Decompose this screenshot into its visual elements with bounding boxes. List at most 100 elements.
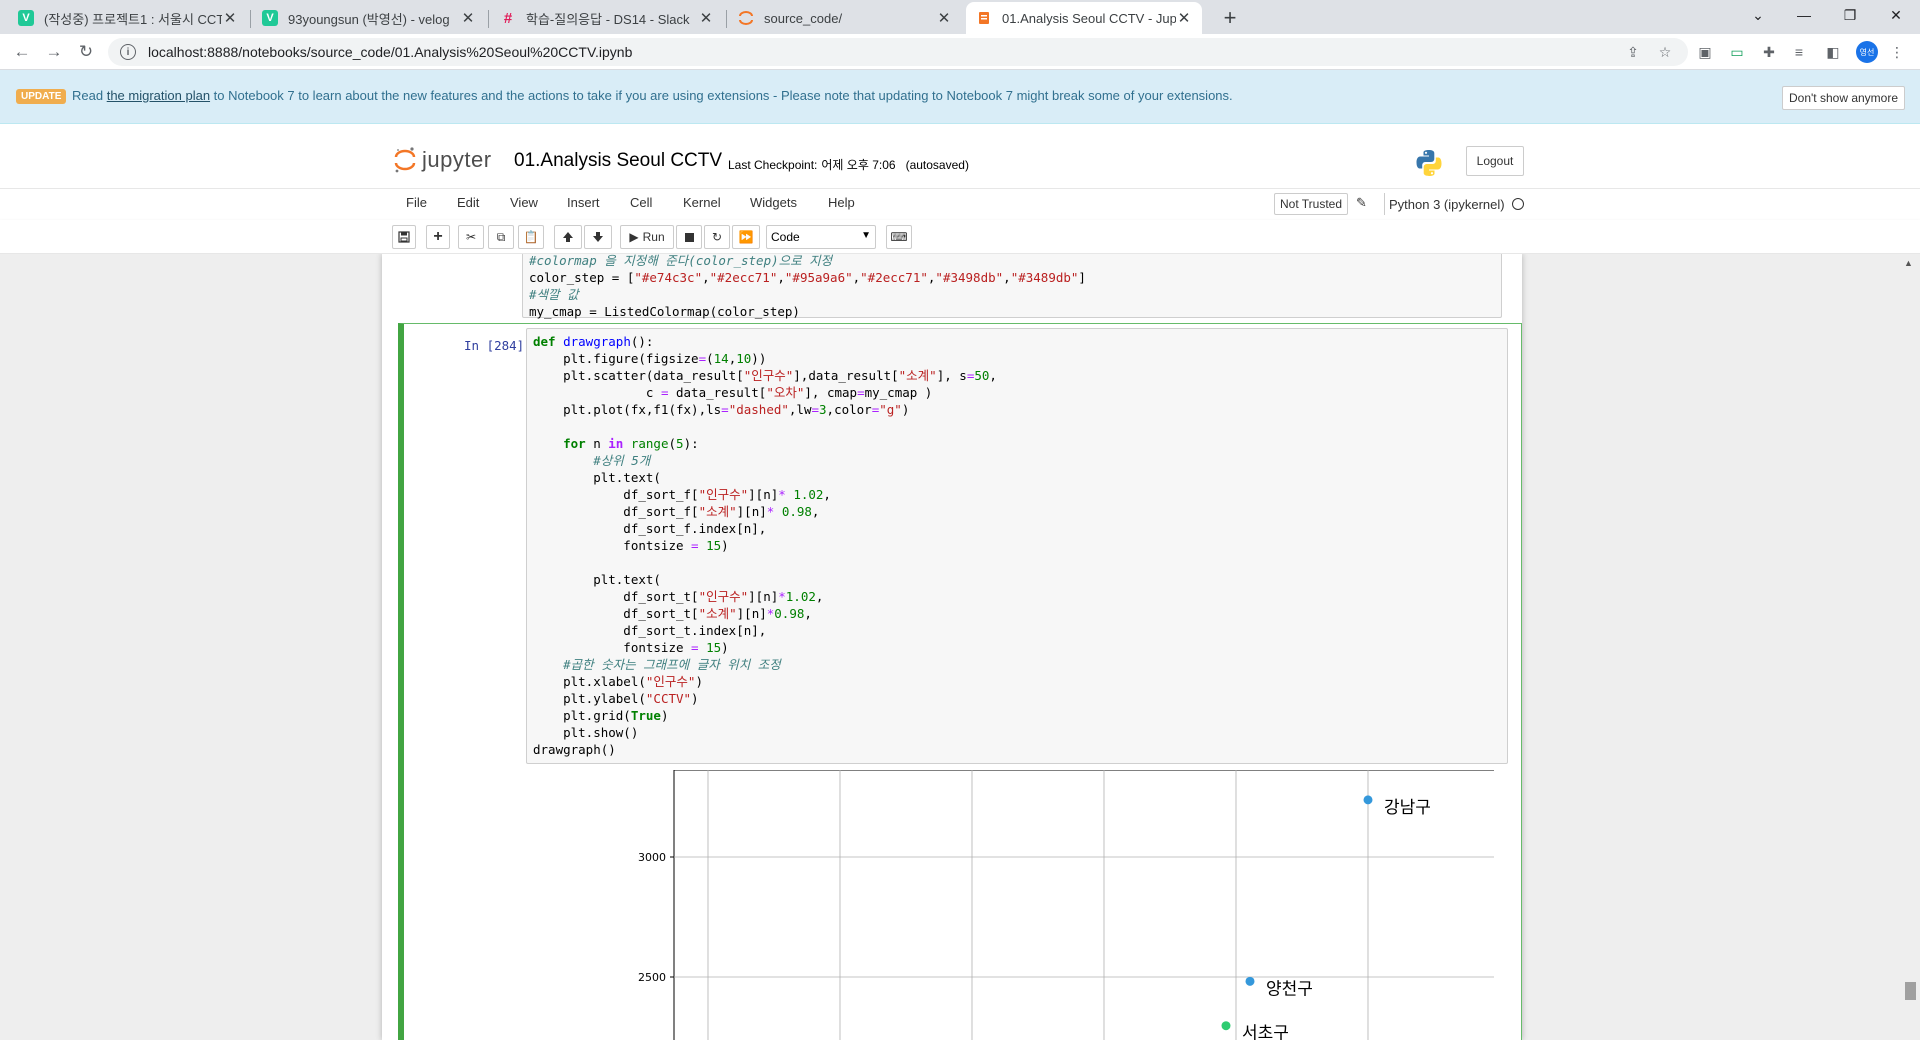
minimize-icon[interactable]: —: [1782, 0, 1826, 30]
banner-text: Read: [72, 88, 104, 103]
url-text: localhost:8888/notebooks/source_code/01.…: [148, 44, 633, 60]
not-trusted-button[interactable]: Not Trusted: [1274, 193, 1349, 215]
menu-edit[interactable]: Edit: [457, 195, 479, 210]
paste-icon[interactable]: 📋: [518, 225, 544, 249]
dismiss-banner-button[interactable]: Don't show anymore: [1782, 86, 1906, 110]
jupyter-notebook-icon: [976, 10, 992, 26]
interrupt-kernel-icon[interactable]: [676, 225, 702, 249]
previous-code-cell[interactable]: #colormap 을 지정해 준다(color_step)으로 지정 colo…: [522, 254, 1502, 320]
scrollbar-thumb[interactable]: [1905, 982, 1916, 1000]
banner-message: Read the migration plan to Notebook 7 to…: [72, 88, 1233, 103]
code-string: "#3498db": [935, 270, 1004, 285]
scroll-up-arrow-icon[interactable]: ▲: [1904, 258, 1913, 268]
reload-icon[interactable]: ↻: [74, 40, 98, 64]
code-string: "#3489db": [1010, 270, 1079, 285]
browser-tab-active[interactable]: 01.Analysis Seoul CCTV - Jupyter ✕: [966, 2, 1202, 34]
menu-view[interactable]: View: [510, 195, 538, 210]
checkpoint-status: Last Checkpoint: 어제 오후 7:06 (autosaved): [728, 156, 969, 173]
side-panel-icon[interactable]: ◧: [1824, 43, 1842, 61]
menu-cell[interactable]: Cell: [630, 195, 652, 210]
code-string: "#2ecc71": [860, 270, 928, 285]
browser-tab[interactable]: source_code/ ✕: [728, 2, 962, 34]
close-icon[interactable]: ✕: [936, 9, 952, 27]
jupyter-icon: [738, 10, 754, 26]
tab-title: 학습-질의응답 - DS14 - Slack: [526, 11, 690, 27]
close-window-icon[interactable]: ✕: [1874, 0, 1918, 30]
input-prompt: In [284]:: [464, 338, 532, 353]
code-comment: #색깔 값: [529, 287, 579, 302]
menu-insert[interactable]: Insert: [567, 195, 600, 210]
move-down-icon[interactable]: [584, 225, 612, 249]
browser-tab[interactable]: # 학습-질의응답 - DS14 - Slack ✕: [490, 2, 724, 34]
jupyter-logo-icon: [394, 146, 416, 174]
scatter-point: [1245, 976, 1255, 986]
jupyter-header: jupyter 01.Analysis Seoul CCTV Last Chec…: [0, 124, 1920, 188]
move-up-icon[interactable]: [554, 225, 582, 249]
update-badge: UPDATE: [16, 89, 67, 104]
logout-button[interactable]: Logout: [1466, 146, 1524, 176]
code-input-area[interactable]: def drawgraph(): plt.figure(figsize=(14,…: [526, 328, 1508, 764]
kernel-name[interactable]: Python 3 (ipykernel): [1384, 193, 1505, 215]
y-tick-label: 2500: [638, 971, 666, 984]
cut-icon[interactable]: ✂: [458, 225, 484, 249]
bookmark-star-icon[interactable]: ☆: [1656, 43, 1674, 61]
code-editor[interactable]: #colormap 을 지정해 준다(color_step)으로 지정 colo…: [529, 254, 1086, 320]
menu-kernel[interactable]: Kernel: [683, 195, 721, 210]
notebook-toolbar: + ✂ ⧉ 📋 ▶ Run ↻ ⏩ Code ▼ ⌨: [0, 220, 1920, 254]
selected-code-cell[interactable]: In [284]: def drawgraph(): plt.figure(fi…: [398, 323, 1577, 1040]
profile-avatar[interactable]: 영선: [1856, 41, 1878, 63]
menu-file[interactable]: File: [406, 195, 427, 210]
code-string: "#e74c3c": [634, 270, 703, 285]
extensions-puzzle-icon[interactable]: ✚: [1760, 43, 1778, 61]
code-editor[interactable]: def drawgraph(): plt.figure(figsize=(14,…: [533, 333, 997, 758]
add-cell-icon[interactable]: +: [426, 225, 450, 249]
checkpoint-label: Last Checkpoint:: [728, 158, 818, 172]
restore-icon[interactable]: ❐: [1828, 0, 1872, 30]
cell-type-select[interactable]: Code ▼: [766, 225, 876, 249]
close-icon[interactable]: ✕: [460, 9, 476, 27]
restart-kernel-icon[interactable]: ↻: [704, 225, 730, 249]
edit-pencil-icon[interactable]: ✎: [1356, 195, 1367, 211]
keyboard-icon[interactable]: ⌨: [886, 225, 912, 249]
save-icon[interactable]: [392, 225, 416, 249]
menu-widgets[interactable]: Widgets: [750, 195, 797, 210]
migration-plan-link[interactable]: the migration plan: [107, 88, 210, 103]
scatter-chart: 3000 2500 강남구양천구서초구: [638, 769, 1577, 1040]
tab-title: 01.Analysis Seoul CCTV - Jupyter: [1002, 10, 1176, 26]
extension-person-icon[interactable]: ▣: [1696, 43, 1714, 61]
close-icon[interactable]: ✕: [222, 9, 238, 27]
copy-icon[interactable]: ⧉: [488, 225, 514, 249]
close-icon[interactable]: ✕: [698, 9, 714, 27]
y-ticks: 3000 2500: [638, 851, 674, 984]
jupyter-logo-text: jupyter: [422, 147, 492, 172]
close-icon[interactable]: ✕: [1176, 9, 1192, 27]
media-control-icon[interactable]: ≡: [1790, 43, 1808, 61]
tab-title: source_code/: [764, 10, 843, 26]
new-tab-icon[interactable]: +: [1216, 4, 1244, 32]
notebook-container: #colormap 을 지정해 준다(color_step)으로 지정 colo…: [382, 254, 1577, 1040]
browser-tab[interactable]: V 93youngsun (박영선) - velog ✕: [252, 2, 486, 34]
info-icon[interactable]: i: [120, 44, 136, 60]
code-text: color_step = [: [529, 270, 635, 285]
notebook-title[interactable]: 01.Analysis Seoul CCTV: [514, 150, 722, 172]
back-arrow-icon[interactable]: ←: [10, 40, 34, 64]
run-button[interactable]: ▶ Run: [620, 225, 674, 249]
forward-arrow-icon[interactable]: →: [42, 40, 66, 64]
restart-run-all-icon[interactable]: ⏩: [732, 225, 760, 249]
share-icon[interactable]: ⇪: [1624, 43, 1642, 61]
tab-separator: [250, 10, 251, 28]
code-string: "#2ecc71": [709, 270, 778, 285]
update-banner: UPDATE Read the migration plan to Notebo…: [0, 70, 1920, 124]
browser-tab[interactable]: V (작성중) 프로젝트1 : 서울시 CCTV ✕: [8, 2, 248, 34]
notebook-site: #colormap 을 지정해 준다(color_step)으로 지정 colo…: [0, 254, 1920, 1040]
scatter-point: [1221, 1021, 1231, 1031]
menu-help[interactable]: Help: [828, 195, 855, 210]
jupyter-logo[interactable]: jupyter: [394, 146, 492, 174]
tab-search-chevron-icon[interactable]: ⌄: [1736, 0, 1780, 30]
url-bar[interactable]: i localhost:8888/notebooks/source_code/0…: [108, 38, 1688, 66]
extension-screen-icon[interactable]: ▭: [1728, 43, 1746, 61]
point-label: 강남구: [1384, 798, 1431, 818]
y-tick-label: 3000: [638, 851, 666, 864]
more-vert-icon[interactable]: ⋮: [1888, 43, 1906, 61]
browser-tab-bar: V (작성중) 프로젝트1 : 서울시 CCTV ✕ V 93youngsun …: [0, 0, 1920, 34]
